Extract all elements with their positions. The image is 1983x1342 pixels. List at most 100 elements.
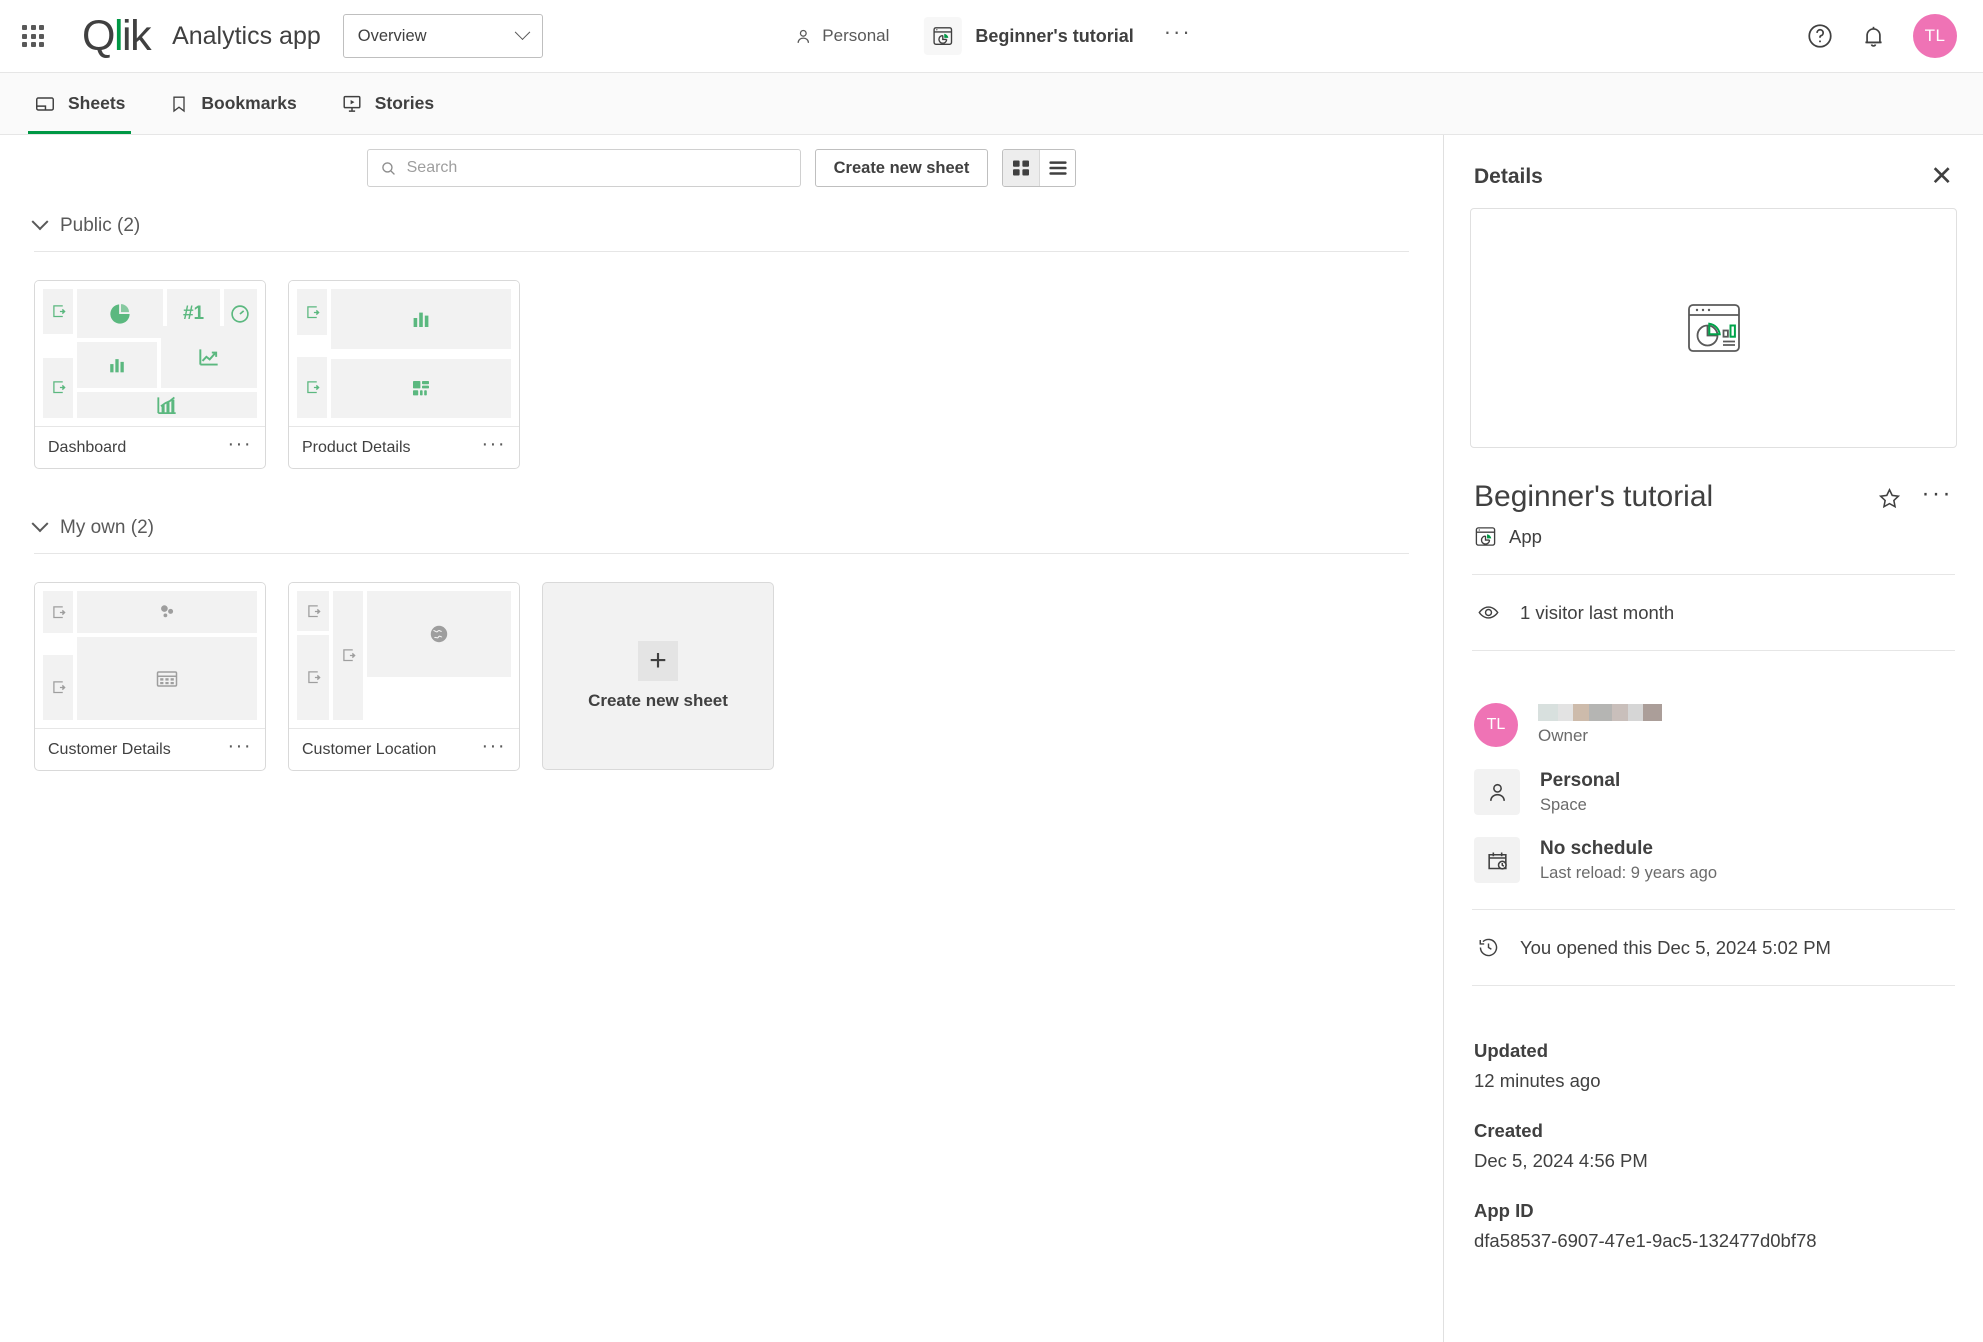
tab-bookmarks[interactable]: Bookmarks bbox=[147, 73, 318, 134]
close-icon[interactable]: ✕ bbox=[1930, 163, 1953, 190]
details-app-title-row: Beginner's tutorial ··· bbox=[1444, 448, 1983, 513]
avatar[interactable]: TL bbox=[1913, 14, 1957, 58]
details-visitors-text: 1 visitor last month bbox=[1520, 601, 1675, 623]
ellipsis-icon[interactable]: ··· bbox=[1922, 481, 1953, 508]
details-owner-row: TL Owner bbox=[1444, 677, 1983, 747]
filter-tile bbox=[333, 591, 363, 720]
tab-sheets-label: Sheets bbox=[68, 93, 126, 113]
sheet-card-list-public: #1 Dashboard ··· Product Details ··· bbox=[0, 252, 1443, 503]
sheet-card-dashboard[interactable]: #1 Dashboard ··· bbox=[34, 280, 266, 469]
section-header-public[interactable]: Public (2) bbox=[0, 201, 1443, 251]
bar-chart-tile bbox=[77, 342, 158, 388]
owner-name-redacted bbox=[1538, 704, 1662, 721]
details-opened-text: You opened this Dec 5, 2024 5:02 PM bbox=[1520, 936, 1831, 958]
sheet-card-menu-button[interactable]: ··· bbox=[482, 736, 506, 758]
chevron-down-icon bbox=[31, 515, 49, 533]
create-new-sheet-card[interactable]: + Create new sheet bbox=[542, 582, 774, 770]
top-header-bar: Ql ik Analytics app Overview Personal Be… bbox=[0, 0, 1983, 73]
app-preview-thumbnail bbox=[1470, 208, 1957, 448]
filter-tile bbox=[43, 591, 73, 633]
grid-view-icon[interactable] bbox=[1003, 150, 1040, 186]
app-icon bbox=[1474, 525, 1497, 548]
create-new-sheet-button[interactable]: Create new sheet bbox=[814, 149, 989, 187]
table-tile bbox=[77, 637, 257, 720]
filter-tile bbox=[43, 357, 73, 418]
details-app-title: Beginner's tutorial bbox=[1474, 480, 1714, 513]
details-field-created: Created Dec 5, 2024 4:56 PM bbox=[1474, 1120, 1953, 1172]
details-panel-header: Details ✕ bbox=[1444, 135, 1983, 208]
sheet-thumbnail bbox=[289, 281, 519, 426]
details-schedule-label: Last reload: 9 years ago bbox=[1540, 863, 1718, 882]
view-selector-value: Overview bbox=[357, 26, 427, 45]
section-header-my-own[interactable]: My own (2) bbox=[0, 503, 1443, 553]
sheet-card-footer: Product Details ··· bbox=[289, 426, 519, 468]
section-title-public: Public (2) bbox=[60, 215, 141, 236]
details-field-list: Updated 12 minutes ago Created Dec 5, 20… bbox=[1444, 1012, 1983, 1252]
chevron-down-icon bbox=[31, 213, 49, 231]
details-schedule-row: No schedule Last reload: 9 years ago bbox=[1444, 815, 1983, 883]
details-field-value: dfa58537-6907-47e1-9ac5-132477d0bf78 bbox=[1474, 1230, 1817, 1251]
sheet-icon bbox=[34, 93, 56, 115]
breadcrumb-space[interactable]: Personal bbox=[779, 20, 903, 52]
sheet-card-menu-button[interactable]: ··· bbox=[228, 434, 252, 456]
details-field-key: Updated bbox=[1474, 1040, 1548, 1061]
sheet-card-footer: Customer Location ··· bbox=[289, 728, 519, 770]
details-space-label: Space bbox=[1540, 795, 1587, 814]
breadcrumb: Personal Beginner's tutorial ··· bbox=[779, 11, 1203, 61]
eye-icon bbox=[1474, 601, 1502, 624]
details-panel-title: Details bbox=[1474, 164, 1543, 188]
chevron-down-icon bbox=[514, 23, 531, 40]
sheet-thumbnail bbox=[289, 583, 519, 728]
filter-tile bbox=[297, 289, 327, 335]
sheet-card-product-details[interactable]: Product Details ··· bbox=[288, 280, 520, 469]
list-view-icon[interactable] bbox=[1039, 150, 1076, 186]
view-selector-dropdown[interactable]: Overview bbox=[342, 14, 543, 58]
breadcrumb-more-button[interactable]: ··· bbox=[1152, 21, 1204, 47]
person-icon bbox=[1474, 769, 1520, 815]
details-field-key: App ID bbox=[1474, 1200, 1534, 1221]
details-divider bbox=[1472, 909, 1955, 910]
bar-chart-tile bbox=[331, 289, 511, 349]
sheets-main-panel: Create new sheet bbox=[0, 135, 1443, 1342]
bell-icon[interactable] bbox=[1860, 23, 1887, 50]
treemap-tile bbox=[331, 359, 511, 418]
sheets-scroll-area[interactable]: Public (2) #1 Dashboard ··· Product Deta… bbox=[0, 201, 1443, 1342]
help-circle-icon[interactable] bbox=[1806, 22, 1834, 50]
details-field-key: Created bbox=[1474, 1120, 1543, 1141]
section-title-my-own: My own (2) bbox=[60, 517, 154, 538]
breadcrumb-app[interactable]: Beginner's tutorial bbox=[911, 11, 1145, 61]
tab-stories[interactable]: Stories bbox=[319, 73, 456, 134]
sheet-card-menu-button[interactable]: ··· bbox=[228, 736, 252, 758]
combo-chart-tile bbox=[77, 392, 257, 418]
details-field-updated: Updated 12 minutes ago bbox=[1474, 1040, 1953, 1092]
search-box[interactable] bbox=[366, 149, 801, 187]
details-app-type-row: App bbox=[1444, 513, 1983, 548]
sheet-thumbnail: #1 bbox=[35, 281, 265, 426]
sheet-name: Customer Details bbox=[48, 740, 171, 758]
sheet-name: Product Details bbox=[302, 438, 411, 456]
filter-tile bbox=[297, 635, 329, 720]
qlik-logo[interactable]: Ql ik bbox=[82, 14, 152, 58]
app-section-tabs: Sheets Bookmarks Stories bbox=[0, 73, 1983, 135]
app-icon bbox=[923, 17, 962, 55]
grid-apps-icon[interactable] bbox=[18, 21, 48, 51]
filter-tile bbox=[43, 655, 73, 720]
details-divider bbox=[1472, 574, 1955, 575]
header-actions: TL bbox=[1806, 14, 1983, 58]
sheet-card-customer-location[interactable]: Customer Location ··· bbox=[288, 582, 520, 771]
tab-sheets[interactable]: Sheets bbox=[12, 73, 147, 134]
sheet-card-customer-details[interactable]: Customer Details ··· bbox=[34, 582, 266, 771]
details-divider bbox=[1472, 985, 1955, 986]
sheets-toolbar: Create new sheet bbox=[0, 135, 1443, 201]
details-schedule-name: No schedule bbox=[1540, 837, 1653, 859]
history-clock-icon bbox=[1474, 936, 1502, 959]
filter-tile bbox=[297, 357, 327, 418]
plus-icon: + bbox=[638, 641, 678, 681]
star-outline-icon[interactable] bbox=[1877, 486, 1902, 511]
search-icon bbox=[380, 160, 397, 177]
sheet-card-footer: Customer Details ··· bbox=[35, 728, 265, 770]
details-app-type-label: App bbox=[1509, 525, 1542, 547]
story-icon bbox=[341, 93, 363, 115]
search-input[interactable] bbox=[406, 159, 788, 177]
sheet-card-menu-button[interactable]: ··· bbox=[482, 434, 506, 456]
